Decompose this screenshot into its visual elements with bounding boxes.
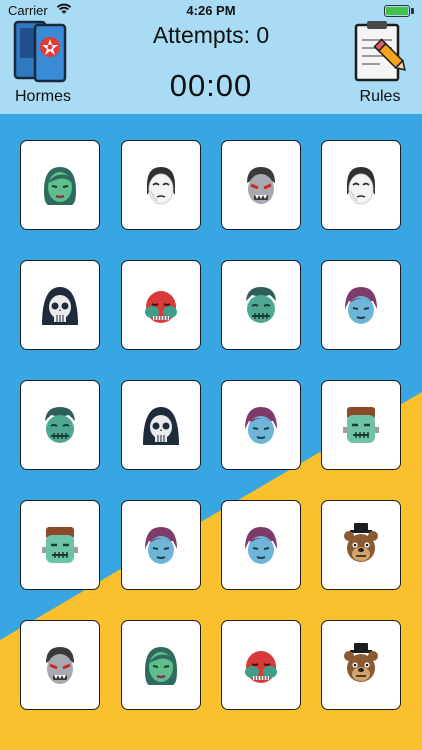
red-masked-face-icon	[245, 651, 277, 683]
memory-card[interactable]	[321, 140, 401, 230]
memory-card[interactable]	[321, 380, 401, 470]
purple-hair-face-icon	[245, 527, 277, 564]
skull-hood-face-icon	[42, 287, 78, 325]
purple-hair-face-icon	[245, 407, 277, 444]
memory-card[interactable]	[221, 140, 301, 230]
memory-card[interactable]	[20, 140, 100, 230]
skull-hood-face-icon	[143, 407, 179, 445]
red-masked-face-icon	[145, 291, 177, 323]
memory-card-grid	[20, 140, 402, 740]
frankenstein-face-icon	[42, 527, 78, 563]
memory-card[interactable]	[20, 500, 100, 590]
memory-card[interactable]	[121, 500, 201, 590]
status-bar: Carrier 4:26 PM	[0, 0, 422, 22]
clock-label: 4:26 PM	[186, 3, 236, 18]
rules-button[interactable]: Rules	[344, 20, 416, 106]
battery-icon	[384, 5, 410, 17]
white-mask-face-icon	[147, 167, 175, 205]
frankenstein-face-icon	[343, 407, 379, 443]
purple-hair-face-icon	[345, 287, 377, 324]
memory-card[interactable]	[121, 620, 201, 710]
white-mask-face-icon	[347, 167, 375, 205]
memory-card[interactable]	[221, 620, 301, 710]
clipboard-icon	[354, 21, 406, 82]
memory-card[interactable]	[221, 260, 301, 350]
green-woman-face-icon	[145, 647, 177, 685]
memory-card[interactable]	[221, 380, 301, 470]
grey-vampire-face-icon	[247, 167, 275, 204]
freddy-bear-face-icon	[344, 643, 378, 682]
battery-tip	[411, 8, 414, 14]
green-woman-face-icon	[44, 167, 76, 205]
memory-card[interactable]	[20, 260, 100, 350]
memory-card[interactable]	[321, 260, 401, 350]
green-zombie-face-icon	[45, 407, 75, 443]
memory-card[interactable]	[321, 500, 401, 590]
rules-label: Rules	[359, 88, 401, 105]
freddy-bear-face-icon	[344, 523, 378, 562]
memory-card[interactable]	[321, 620, 401, 710]
grey-vampire-face-icon	[46, 647, 74, 684]
purple-hair-face-icon	[145, 527, 177, 564]
memory-card[interactable]	[121, 140, 201, 230]
memory-card[interactable]	[20, 380, 100, 470]
green-zombie-face-icon	[246, 287, 276, 323]
memory-card[interactable]	[121, 260, 201, 350]
memory-card[interactable]	[221, 500, 301, 590]
memory-card[interactable]	[20, 620, 100, 710]
memory-card[interactable]	[121, 380, 201, 470]
